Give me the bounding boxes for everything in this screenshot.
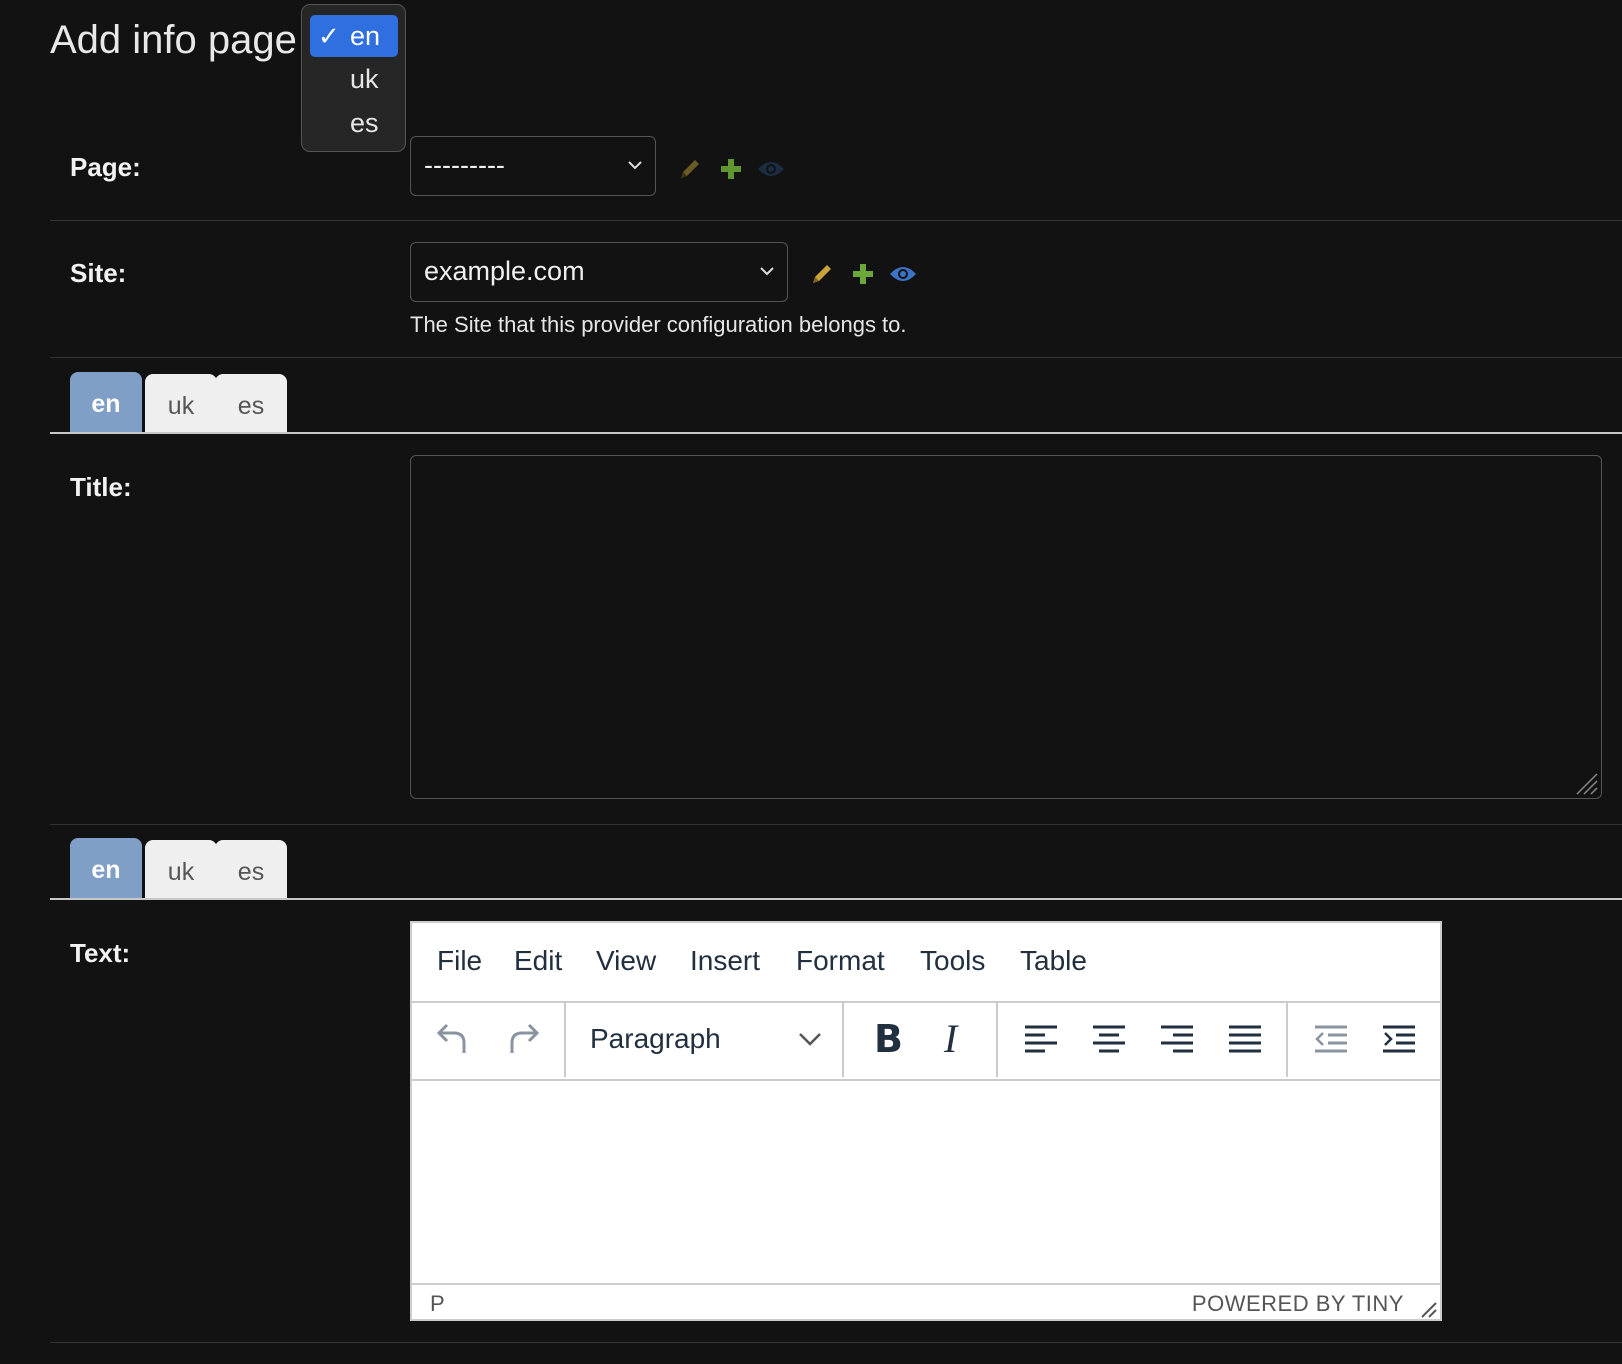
menu-table[interactable]: Table — [1020, 945, 1087, 977]
italic-icon[interactable]: I — [944, 1015, 957, 1062]
align-left-icon[interactable] — [1024, 1023, 1058, 1055]
editor-statusbar: P POWERED BY TINY — [412, 1283, 1440, 1321]
toolbar-separator — [996, 1001, 998, 1077]
pencil-icon[interactable] — [810, 262, 834, 286]
editor-menubar: File Edit View Insert Format Tools Table — [412, 923, 1440, 1003]
text-label: Text: — [70, 938, 131, 968]
toolbar-separator — [842, 1001, 844, 1077]
tab-title-uk[interactable]: uk — [145, 374, 217, 432]
divider — [50, 824, 1622, 825]
tab-text-en[interactable]: en — [70, 838, 142, 898]
checkmark-icon: ✓ — [318, 21, 340, 51]
tab-underline — [50, 898, 1622, 900]
resize-handle-icon[interactable] — [1416, 1297, 1438, 1319]
menu-view[interactable]: View — [596, 945, 656, 977]
page-label: Page: — [70, 152, 141, 182]
site-label: Site: — [70, 258, 127, 288]
menu-edit[interactable]: Edit — [514, 945, 562, 977]
divider — [50, 357, 1622, 358]
eye-icon[interactable] — [757, 159, 785, 179]
site-select[interactable]: example.com — [410, 242, 788, 302]
undo-icon[interactable] — [434, 1021, 472, 1057]
title-label: Title: — [70, 472, 132, 502]
chevron-down-icon — [760, 267, 774, 276]
menu-insert[interactable]: Insert — [690, 945, 760, 977]
site-help-text: The Site that this provider configuratio… — [410, 312, 907, 337]
page-title: Add info page — [50, 18, 297, 62]
tab-text-es[interactable]: es — [215, 840, 287, 898]
editor-content-area[interactable] — [412, 1081, 1440, 1283]
page-select[interactable]: --------- — [410, 136, 656, 196]
editor-toolbar: Paragraph B I — [412, 1001, 1440, 1081]
element-path[interactable]: P — [430, 1291, 445, 1317]
tab-underline — [50, 432, 1622, 434]
align-center-icon[interactable] — [1092, 1023, 1126, 1055]
branding-link[interactable]: POWERED BY TINY — [1192, 1291, 1404, 1317]
tab-title-es[interactable]: es — [215, 374, 287, 432]
language-dropdown-menu[interactable]: ✓ en uk es — [301, 4, 406, 152]
align-justify-icon[interactable] — [1228, 1023, 1262, 1055]
resize-handle-icon[interactable] — [1573, 770, 1599, 796]
title-textarea[interactable] — [410, 455, 1602, 799]
divider — [50, 1342, 1622, 1343]
tab-text-uk[interactable]: uk — [145, 840, 217, 898]
eye-icon[interactable] — [889, 264, 917, 284]
block-format-select[interactable]: Paragraph — [566, 1001, 842, 1077]
chevron-down-icon — [628, 161, 642, 170]
language-option-es[interactable]: es — [310, 102, 398, 144]
rich-text-editor: File Edit View Insert Format Tools Table… — [410, 921, 1442, 1321]
divider — [50, 220, 1622, 221]
menu-file[interactable]: File — [437, 945, 482, 977]
outdent-icon[interactable] — [1314, 1023, 1348, 1055]
language-option-uk[interactable]: uk — [310, 58, 398, 100]
menu-format[interactable]: Format — [796, 945, 885, 977]
align-right-icon[interactable] — [1160, 1023, 1194, 1055]
language-option-en[interactable]: ✓ en — [310, 15, 398, 57]
tab-title-en[interactable]: en — [70, 372, 142, 432]
pencil-icon[interactable] — [678, 157, 702, 181]
redo-icon[interactable] — [504, 1021, 542, 1057]
bold-icon[interactable]: B — [874, 1017, 903, 1061]
indent-icon[interactable] — [1382, 1023, 1416, 1055]
chevron-down-icon — [799, 1033, 821, 1046]
menu-tools[interactable]: Tools — [920, 945, 985, 977]
toolbar-separator — [1286, 1001, 1288, 1077]
plus-icon[interactable] — [719, 157, 743, 181]
plus-icon[interactable] — [851, 262, 875, 286]
